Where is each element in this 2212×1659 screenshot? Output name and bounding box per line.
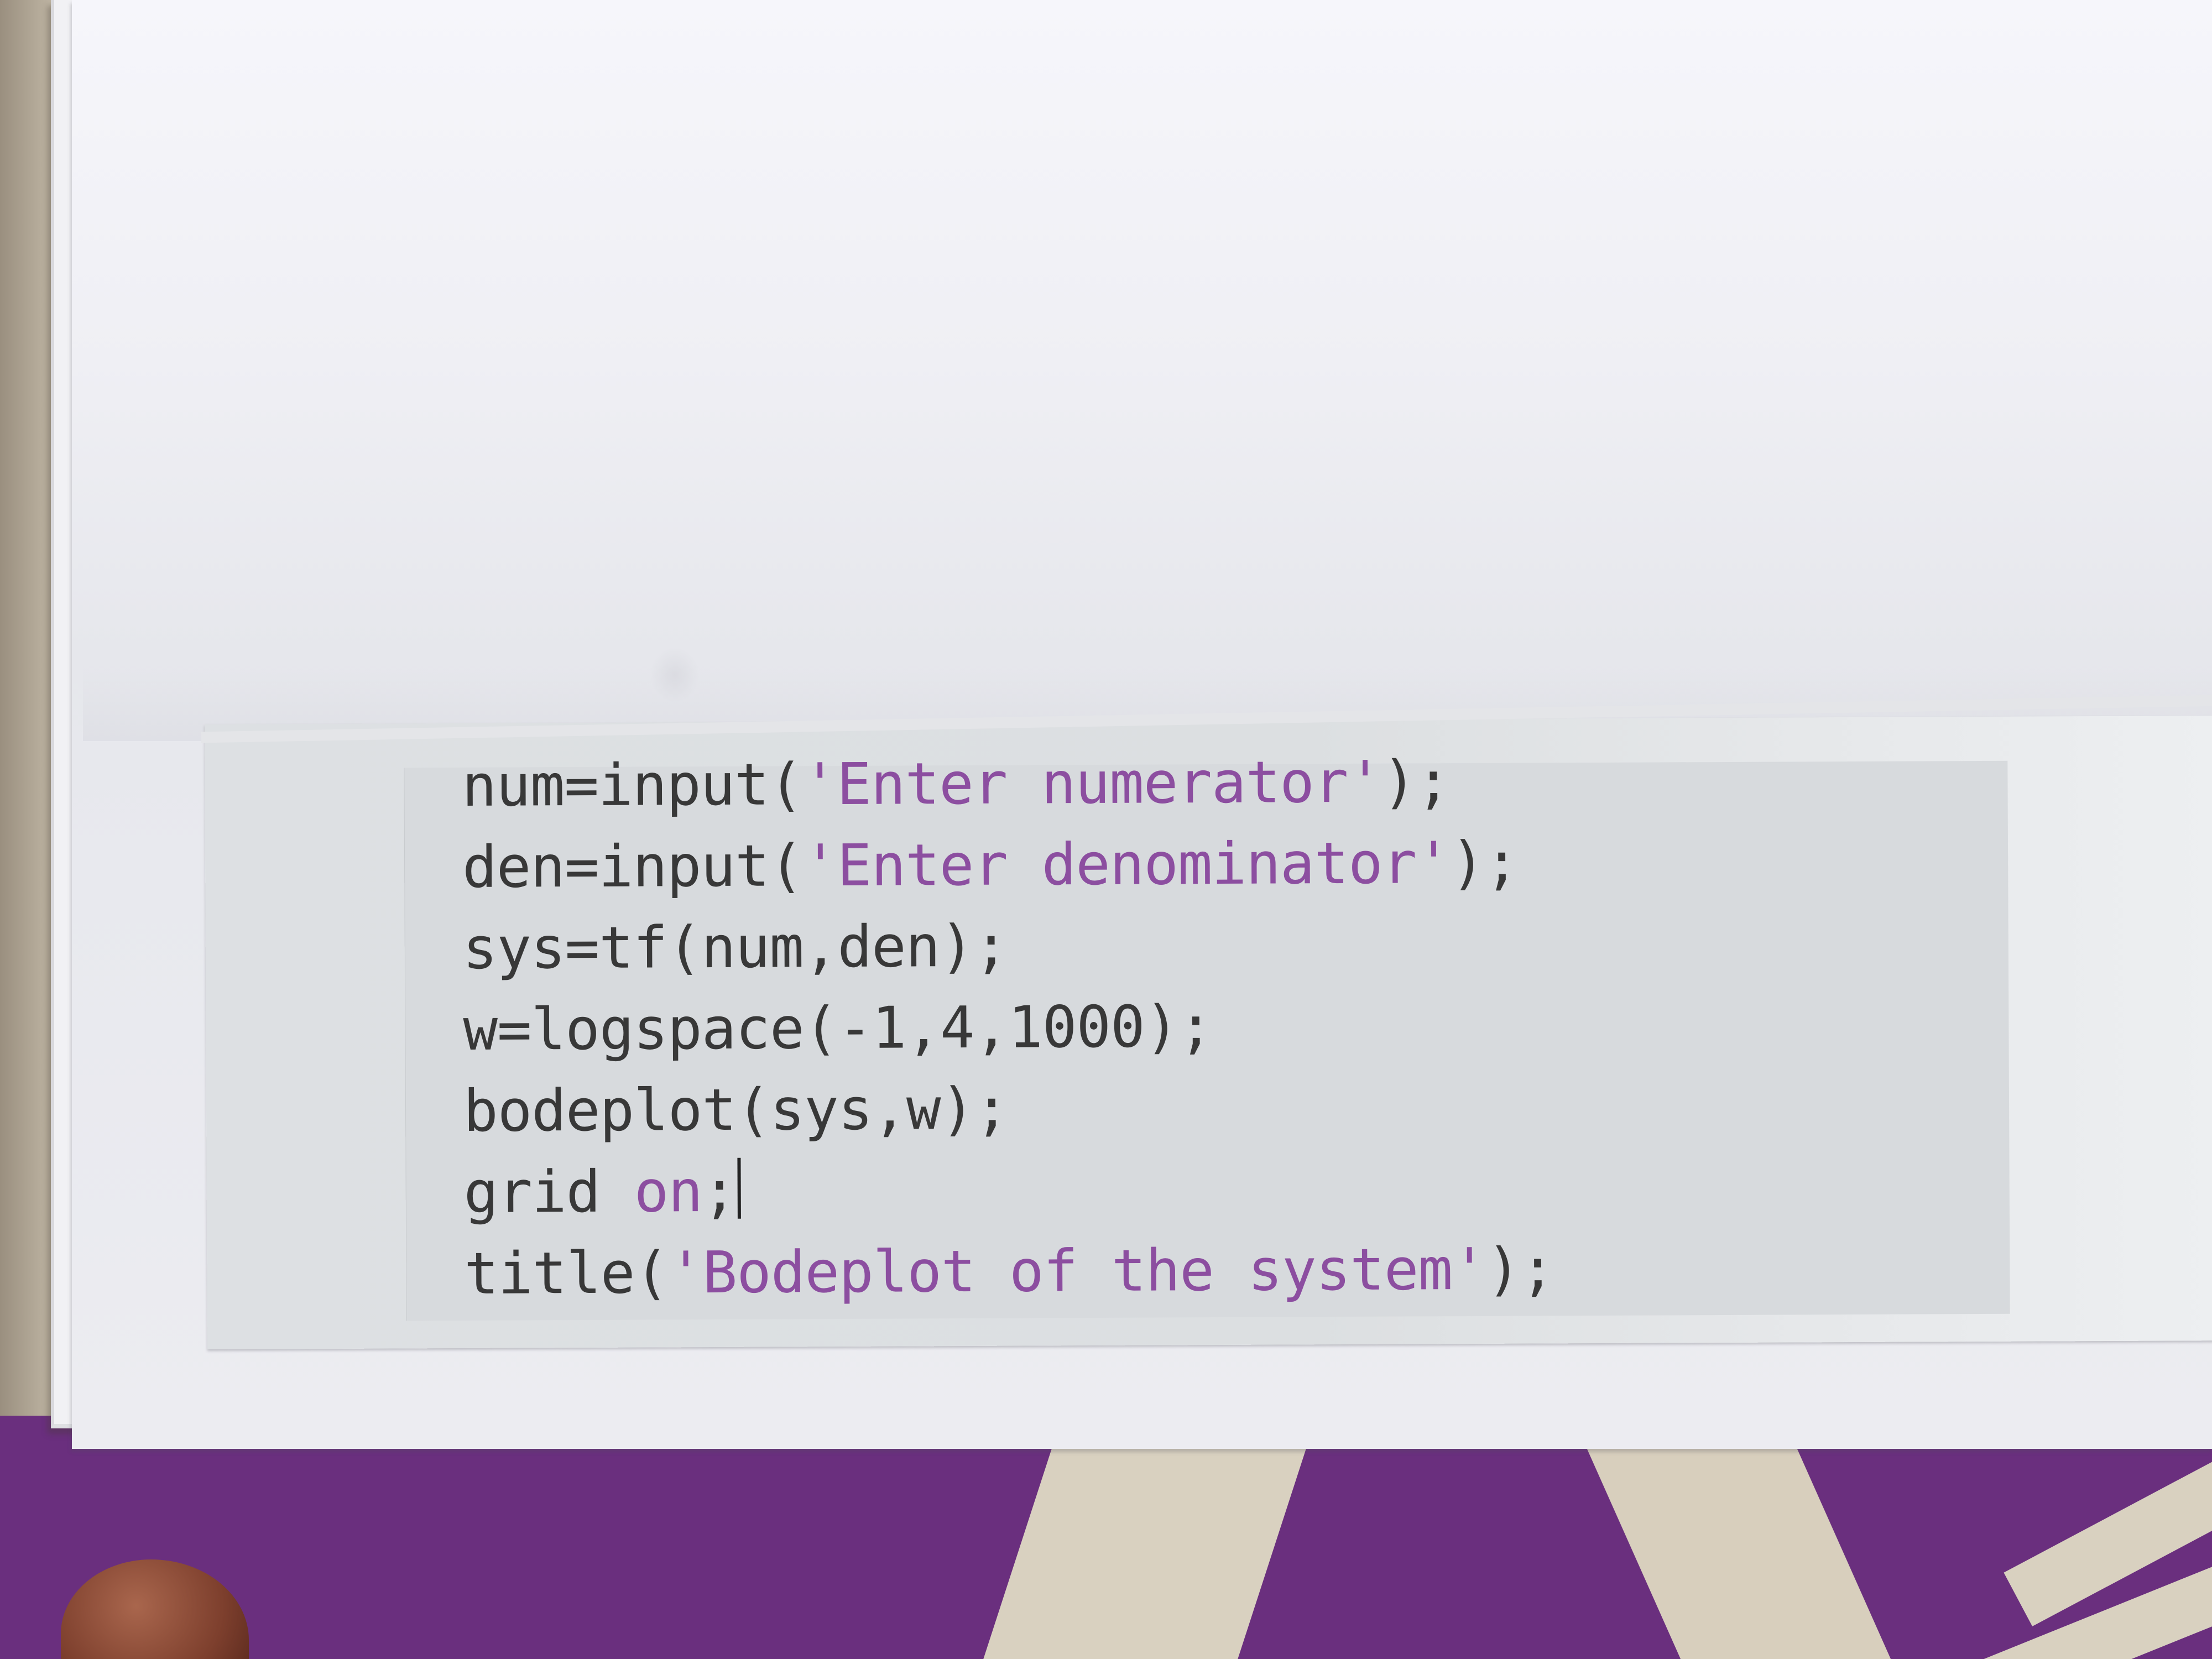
code-listing: num=input('Enter numerator'); den=input('… <box>462 740 1554 1314</box>
code-line: w=logspace(-1,4,1000); <box>463 984 1553 1071</box>
paper-smudge <box>650 647 700 702</box>
code-line: grid on; <box>463 1147 1554 1233</box>
photo-scene: num=input('Enter numerator'); den=input('… <box>0 0 2212 1659</box>
code-token: title( <box>464 1239 669 1307</box>
code-token: sys=tf(num,den); <box>462 912 1008 982</box>
code-token: grid <box>463 1157 635 1226</box>
text-cursor <box>737 1157 741 1219</box>
code-line: num=input('Enter numerator'); <box>462 740 1552 827</box>
string-literal: 'Bodeplot of the system' <box>668 1235 1486 1307</box>
code-line: den=input('Enter denominator'); <box>462 822 1553 908</box>
code-token: ); <box>1450 828 1519 897</box>
string-literal: 'Enter numerator' <box>802 748 1383 818</box>
code-token: w=logspace(-1,4,1000); <box>463 993 1213 1063</box>
code-line: title('Bodeplot of the system'); <box>464 1228 1554 1314</box>
code-token: bodeplot(sys,w); <box>463 1074 1009 1145</box>
code-keyword: on <box>634 1157 703 1225</box>
printed-code-clipping: num=input('Enter numerator'); den=input('… <box>205 716 2212 1349</box>
code-token: ); <box>1381 748 1451 816</box>
code-line: bodeplot(sys,w); <box>463 1066 1554 1152</box>
code-token: den=input( <box>462 832 804 901</box>
code-line: sys=tf(num,den); <box>462 903 1553 989</box>
code-token: ); <box>1486 1235 1555 1303</box>
string-literal: 'Enter denominator' <box>802 829 1451 900</box>
code-token: ; <box>702 1157 737 1225</box>
code-token: num=input( <box>462 750 803 820</box>
